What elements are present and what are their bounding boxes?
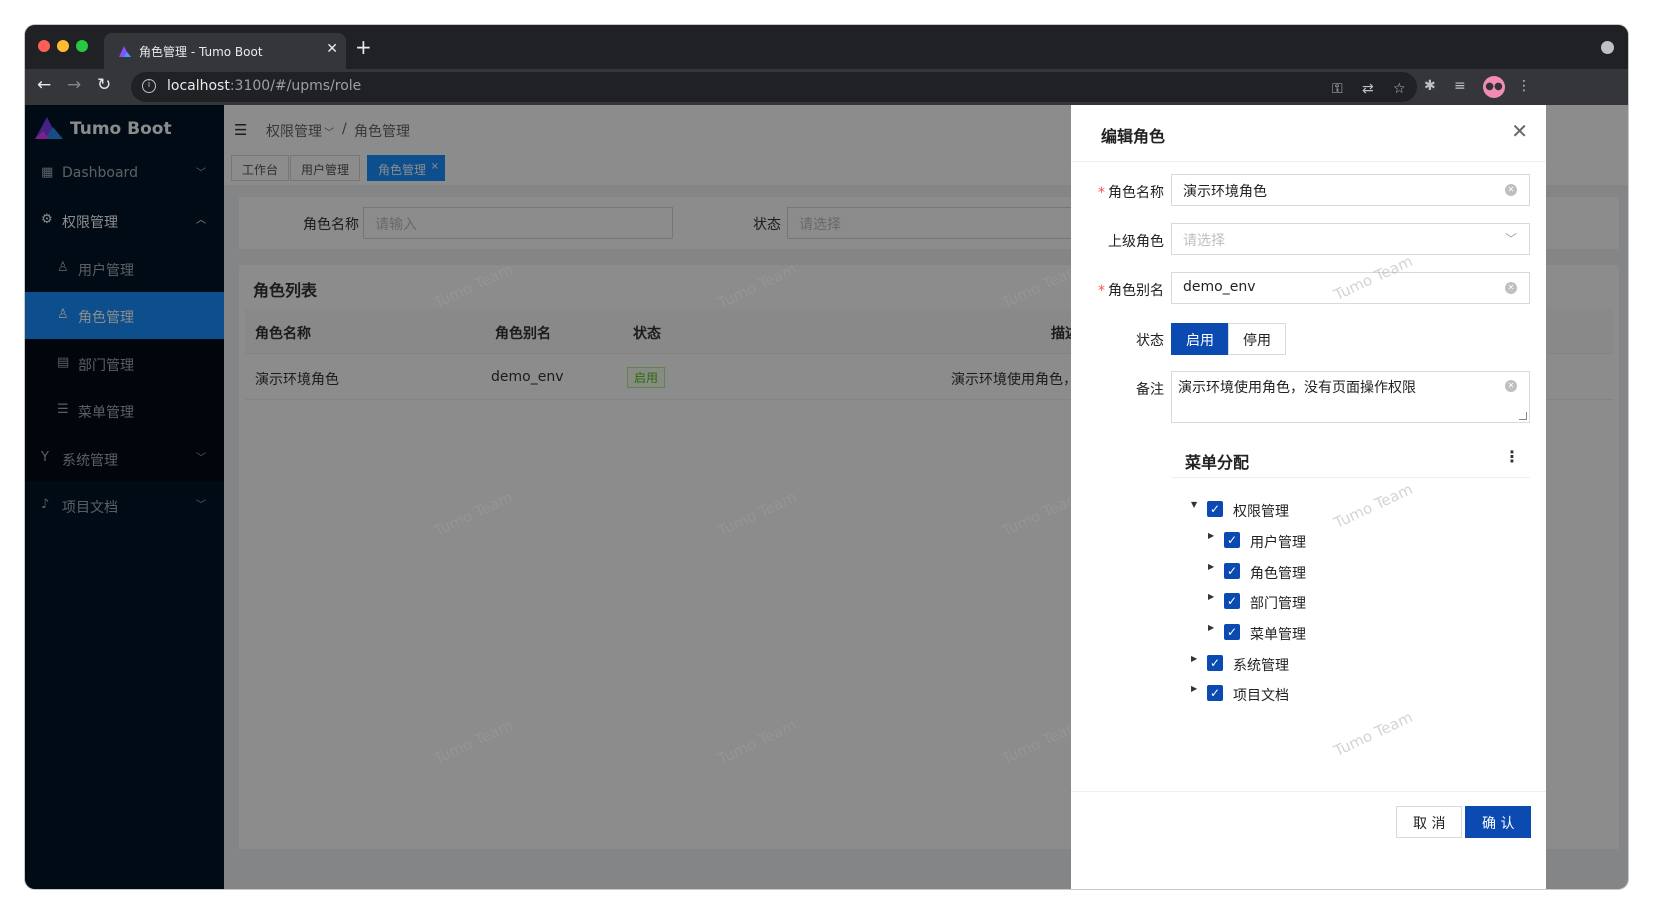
browser-menu-icon[interactable]: ⋮ [1517,78,1531,94]
checkbox-checked[interactable]: ✓ [1207,501,1223,517]
menu-tree-title: 菜单分配 [1185,453,1250,472]
role-alias-value: demo_env [1183,279,1256,295]
edit-role-drawer: 编辑角色 ✕ * 角色名称 演示环境角色 ✕ 上级角色 请选择 ﹀ * 角色别名 dem… [1071,105,1546,889]
tab-search-icon[interactable] [1601,41,1614,54]
extensions-icon[interactable]: ✱ [1424,78,1436,94]
key-icon[interactable]: ⚿ [1332,81,1343,97]
remark-value: 演示环境使用角色，没有页面操作权限 [1178,380,1416,396]
status-label: 状态 [1136,333,1164,349]
tab-close-icon[interactable]: ✕ [326,41,338,57]
tree-node-label: 权限管理 [1233,504,1289,520]
caret-right-icon[interactable]: ▶ [1191,654,1197,663]
role-name-input[interactable]: 演示环境角色 ✕ [1171,174,1530,206]
browser-titlebar: 角色管理 - Tumo Boot ✕ + [25,25,1628,69]
watermark: Tumo Team [1331,479,1416,533]
chevron-down-icon: ﹀ [1504,232,1517,246]
checkbox-checked[interactable]: ✓ [1224,563,1240,579]
site-info-icon[interactable]: i [142,79,156,93]
tumo-favicon-icon [119,46,131,57]
tree-node-label: 菜单管理 [1250,627,1306,643]
more-options-icon[interactable]: ⋮ [1504,447,1520,466]
tree-node-label: 项目文档 [1233,688,1289,704]
url-host: localhost [167,78,230,94]
caret-down-icon[interactable]: ▼ [1191,500,1197,509]
tree-node-label: 用户管理 [1250,535,1306,551]
url-path: :3100/#/upms/role [229,78,362,94]
checkbox-checked[interactable]: ✓ [1224,593,1240,609]
tree-node-label: 角色管理 [1250,566,1306,582]
checkbox-checked[interactable]: ✓ [1224,532,1240,548]
drawer-divider [1071,161,1546,162]
clear-icon[interactable]: ✕ [1505,380,1517,392]
menu-tree-header: 菜单分配 ⋮ [1171,443,1530,478]
role-name-label: * 角色名称 [1098,185,1164,201]
close-icon[interactable]: ✕ [1511,119,1528,143]
caret-right-icon[interactable]: ▶ [1208,562,1214,571]
confirm-button[interactable]: 确 认 [1465,806,1532,838]
caret-right-icon[interactable]: ▶ [1208,623,1214,632]
remark-label: 备注 [1136,382,1164,398]
tree-node-label: 系统管理 [1233,658,1289,674]
caret-right-icon[interactable]: ▶ [1191,684,1197,693]
checkbox-checked[interactable]: ✓ [1224,624,1240,640]
browser-toolbar: ← → ↻ i localhost:3100/#/upms/role ⚿ ⇄ ☆… [25,69,1628,105]
maximize-window-button[interactable] [76,40,88,52]
parent-role-placeholder: 请选择 [1183,233,1225,249]
tab-title: 角色管理 - Tumo Boot [139,45,263,59]
reload-icon[interactable]: ↻ [97,75,111,95]
status-enable-radio[interactable]: 启用 [1171,323,1229,355]
watermark: Tumo Team [1331,707,1416,761]
caret-right-icon[interactable]: ▶ [1208,592,1214,601]
cancel-button[interactable]: 取 消 [1396,806,1463,838]
translate-icon[interactable]: ⇄ [1362,81,1374,97]
drawer-footer: 取 消 确 认 [1071,791,1546,889]
parent-role-label: 上级角色 [1108,234,1164,250]
checkbox-checked[interactable]: ✓ [1207,685,1223,701]
app-root: Tumo Boot ▦ Dashboard ﹀ ⚙ 权限管理 ︿ ♙ 用户管理 … [25,105,1628,889]
profile-avatar[interactable]: ●● [1483,76,1505,98]
drawer-title: 编辑角色 [1101,127,1166,146]
reading-list-icon[interactable]: ≡ [1454,78,1466,94]
clear-icon[interactable]: ✕ [1505,282,1517,294]
clear-icon[interactable]: ✕ [1505,184,1517,196]
address-bar[interactable]: i localhost:3100/#/upms/role ⚿ ⇄ ☆ [131,72,1417,102]
minimize-window-button[interactable] [57,40,69,52]
browser-window: 角色管理 - Tumo Boot ✕ + ← → ↻ i localhost:3… [25,25,1628,889]
new-tab-icon[interactable]: + [355,35,372,59]
caret-right-icon[interactable]: ▶ [1208,531,1214,540]
back-icon[interactable]: ← [37,75,51,95]
remark-textarea[interactable]: 演示环境使用角色，没有页面操作权限 ✕ [1171,371,1530,423]
resize-handle[interactable] [1519,412,1527,420]
bookmark-star-icon[interactable]: ☆ [1393,81,1406,97]
checkbox-checked[interactable]: ✓ [1207,655,1223,671]
forward-icon[interactable]: → [67,75,81,95]
tree-node-label: 部门管理 [1250,596,1306,612]
browser-tab[interactable]: 角色管理 - Tumo Boot ✕ [104,33,346,69]
role-alias-label: * 角色别名 [1098,283,1164,299]
parent-role-select[interactable]: 请选择 ﹀ [1171,223,1530,255]
role-name-value: 演示环境角色 [1183,184,1267,200]
status-disable-radio[interactable]: 停用 [1228,323,1286,355]
close-window-button[interactable] [38,40,50,52]
